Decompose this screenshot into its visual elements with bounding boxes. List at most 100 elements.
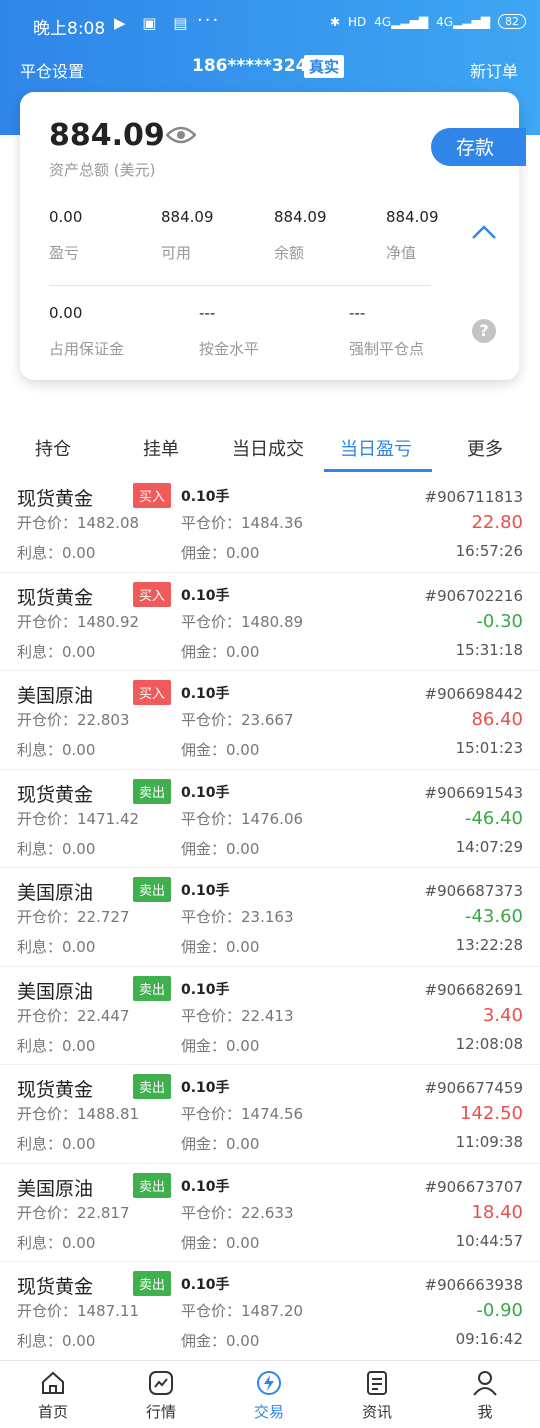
side-badge: 卖出 xyxy=(133,975,172,1001)
interest: 利息：0.00 xyxy=(17,938,96,956)
chevron-up-icon[interactable] xyxy=(471,224,497,240)
symbol-name: 现货黄金 xyxy=(17,1079,94,1101)
divider xyxy=(49,285,431,286)
status-time: 晚上8:08 xyxy=(33,19,106,39)
order-id: #906673707 xyxy=(424,1177,523,1196)
trade-row[interactable]: 美国原油 卖出 0.10手 #906673707 开仓价：22.817 平仓价：22.63… xyxy=(0,1164,540,1262)
trade-row[interactable]: 现货黄金 卖出 0.10手 #906663938 开仓价：1487.11 平仓价：1487… xyxy=(0,1262,540,1361)
close-price: 平仓价：23.163 xyxy=(181,908,294,926)
stat-label: 按金水平 xyxy=(199,340,260,358)
profit-loss: 142.50 xyxy=(460,1103,523,1124)
help-icon[interactable]: ? xyxy=(472,319,496,343)
tab-more[interactable]: 更多 xyxy=(467,435,503,461)
nav-home[interactable]: 首页 xyxy=(23,1369,83,1422)
open-price: 开仓价：1480.92 xyxy=(17,612,140,631)
eye-icon[interactable] xyxy=(166,126,196,144)
stat-value: 884.09 xyxy=(274,208,327,226)
nav-market[interactable]: 行情 xyxy=(131,1369,191,1422)
trade-row[interactable]: 美国原油 买入 0.10手 #906698442 开仓价：22.803 平仓价：23.66… xyxy=(0,671,540,770)
commission: 佣金：0.00 xyxy=(181,938,260,956)
close-price: 平仓价：22.413 xyxy=(181,1006,294,1025)
lot-size: 0.10手 xyxy=(181,489,230,505)
hd-icon: HD xyxy=(348,14,367,29)
lot-size: 0.10手 xyxy=(181,686,230,702)
deposit-button[interactable]: 存款 xyxy=(431,128,526,166)
notification-icons: ▶ ▣ ▤ xyxy=(114,14,194,32)
tab-today-deals[interactable]: 当日成交 xyxy=(232,435,304,461)
side-badge: 买入 xyxy=(133,581,172,607)
lot-size: 0.10手 xyxy=(181,784,230,801)
commission: 佣金：0.00 xyxy=(181,1135,260,1153)
trade-row[interactable]: 现货黄金 买入 0.10手 #906711813 开仓价：1482.08 平仓价：1484… xyxy=(0,474,540,573)
commission: 佣金：0.00 xyxy=(181,1036,260,1055)
order-id: #906687373 xyxy=(424,882,523,900)
close-time: 13:22:28 xyxy=(455,936,523,954)
stat-value: 0.00 xyxy=(49,304,83,322)
tab-pending-orders[interactable]: 挂单 xyxy=(143,435,179,461)
interest: 利息：0.00 xyxy=(17,642,96,661)
tab-today-pnl[interactable]: 当日盈亏 xyxy=(340,435,412,461)
user-icon xyxy=(473,1371,497,1396)
side-badge: 买入 xyxy=(133,680,172,705)
symbol-name: 现货黄金 xyxy=(17,488,94,510)
more-notifications-icon: ··· xyxy=(197,10,221,31)
stat-value: 884.09 xyxy=(161,208,214,226)
trade-row[interactable]: 现货黄金 买入 0.10手 #906702216 开仓价：1480.92 平仓价：1480… xyxy=(0,573,540,671)
lot-size: 0.10手 xyxy=(181,1277,230,1293)
battery-icon: 82 xyxy=(498,14,526,29)
symbol-name: 美国原油 xyxy=(17,685,94,707)
stat-value: --- xyxy=(349,304,366,322)
close-time: 15:01:23 xyxy=(455,739,523,757)
commission: 佣金：0.00 xyxy=(181,642,260,661)
trade-row[interactable]: 现货黄金 卖出 0.10手 #906691543 开仓价：1471.42 平仓价：1476… xyxy=(0,770,540,868)
profit-loss: -0.30 xyxy=(476,610,523,632)
symbol-name: 美国原油 xyxy=(17,980,94,1003)
close-time: 12:08:08 xyxy=(455,1034,523,1053)
close-price: 平仓价：1476.06 xyxy=(181,809,304,828)
account-type-badge: 真实 xyxy=(304,55,345,78)
profit-loss: -0.90 xyxy=(476,1300,523,1321)
open-price: 开仓价：22.447 xyxy=(17,1006,130,1025)
interest: 利息：0.00 xyxy=(17,741,96,759)
trade-row[interactable]: 现货黄金 卖出 0.10手 #906677459 开仓价：1488.81 平仓价：1474… xyxy=(0,1065,540,1164)
nav-label: 我 xyxy=(477,1403,493,1421)
symbol-name: 现货黄金 xyxy=(17,783,94,806)
nav-label: 首页 xyxy=(37,1403,68,1421)
stat-available: 884.09 可用 xyxy=(161,208,214,263)
nav-news[interactable]: 资讯 xyxy=(347,1369,407,1422)
trade-row[interactable]: 美国原油 卖出 0.10手 #906682691 开仓价：22.447 平仓价：22.41… xyxy=(0,967,540,1065)
stat-label: 余额 xyxy=(274,244,305,262)
stat-value: --- xyxy=(199,304,216,322)
order-id: #906663938 xyxy=(424,1276,523,1294)
bluetooth-icon: ✱ xyxy=(329,14,341,29)
nav-label: 交易 xyxy=(253,1403,284,1421)
profit-loss: 3.40 xyxy=(482,1004,523,1026)
account-number[interactable]: 186*****324 xyxy=(192,56,307,76)
active-tab-indicator xyxy=(324,469,432,472)
profit-loss: -43.60 xyxy=(464,906,523,927)
profit-loss: 18.40 xyxy=(471,1201,523,1223)
trade-row[interactable]: 美国原油 卖出 0.10手 #906687373 开仓价：22.727 平仓价：23.16… xyxy=(0,868,540,967)
order-id: #906677459 xyxy=(424,1079,523,1097)
commission: 佣金：0.00 xyxy=(181,1332,260,1350)
top-header: 平仓设置 186*****324 真实 新订单 xyxy=(0,48,540,88)
close-settings-button[interactable]: 平仓设置 xyxy=(20,58,84,82)
market-icon xyxy=(149,1371,173,1395)
stat-pnl: 0.00 盈亏 xyxy=(49,208,82,263)
nav-label: 行情 xyxy=(145,1403,176,1421)
open-price: 开仓价：1488.81 xyxy=(17,1105,140,1123)
trade-list: 现货黄金 买入 0.10手 #906711813 开仓价：1482.08 平仓价：1484… xyxy=(0,474,540,1361)
open-price: 开仓价：22.727 xyxy=(17,908,130,926)
close-price: 平仓价：1480.89 xyxy=(181,612,304,631)
new-order-button[interactable]: 新订单 xyxy=(470,58,518,82)
tab-positions[interactable]: 持仓 xyxy=(35,435,71,461)
account-summary-card: 884.09 资产总额 (美元) 存款 0.00 盈亏 884.09 可用 88… xyxy=(20,92,526,380)
profit-loss: 86.40 xyxy=(471,709,523,730)
close-time: 14:07:29 xyxy=(455,837,523,856)
nav-trade[interactable]: 交易 xyxy=(239,1369,299,1422)
nav-me[interactable]: 我 xyxy=(455,1369,515,1422)
profit-loss: -46.40 xyxy=(464,807,523,829)
bottom-nav: 首页 行情 交易 资讯 我 xyxy=(0,1360,540,1428)
close-price: 平仓价：1474.56 xyxy=(181,1105,304,1123)
symbol-name: 现货黄金 xyxy=(17,1276,94,1298)
